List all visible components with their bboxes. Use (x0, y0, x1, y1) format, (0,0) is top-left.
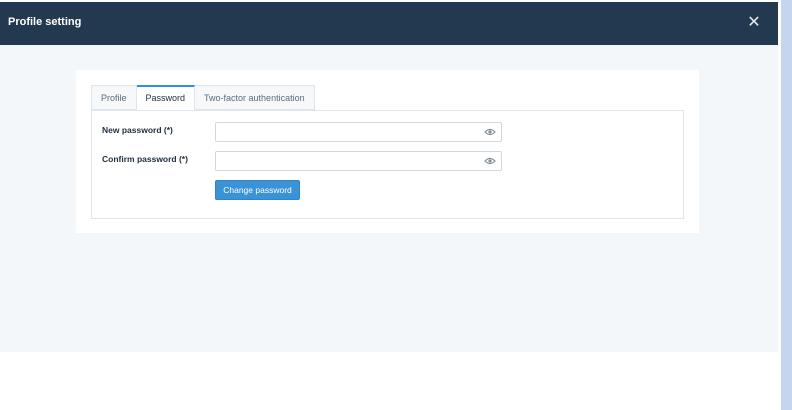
confirm-password-field[interactable] (215, 151, 502, 171)
settings-card: Profile Password Two-factor authenticati… (76, 70, 699, 233)
new-password-field[interactable] (215, 122, 502, 142)
tab-profile[interactable]: Profile (91, 85, 137, 110)
eye-icon[interactable] (484, 127, 496, 137)
tab-password[interactable]: Password (136, 85, 196, 110)
close-icon[interactable]: ✕ (745, 13, 763, 33)
confirm-password-label: Confirm password (*) (102, 154, 188, 164)
new-password-label: New password (*) (102, 125, 173, 135)
tab-bar: Profile Password Two-factor authenticati… (91, 85, 315, 110)
profile-setting-modal: Profile setting ✕ Profile Password Two-f… (0, 2, 778, 352)
tab-two-factor-authentication[interactable]: Two-factor authentication (195, 85, 315, 110)
password-tab-panel: New password (*) Confirm password (*) Ch… (91, 110, 684, 219)
change-password-button[interactable]: Change password (215, 180, 300, 200)
page: Profile setting ✕ Profile Password Two-f… (0, 0, 792, 410)
modal-title: Profile setting (8, 16, 82, 28)
modal-header: Profile setting ✕ (0, 2, 778, 45)
scrollbar[interactable] (781, 0, 792, 410)
eye-icon[interactable] (484, 156, 496, 166)
